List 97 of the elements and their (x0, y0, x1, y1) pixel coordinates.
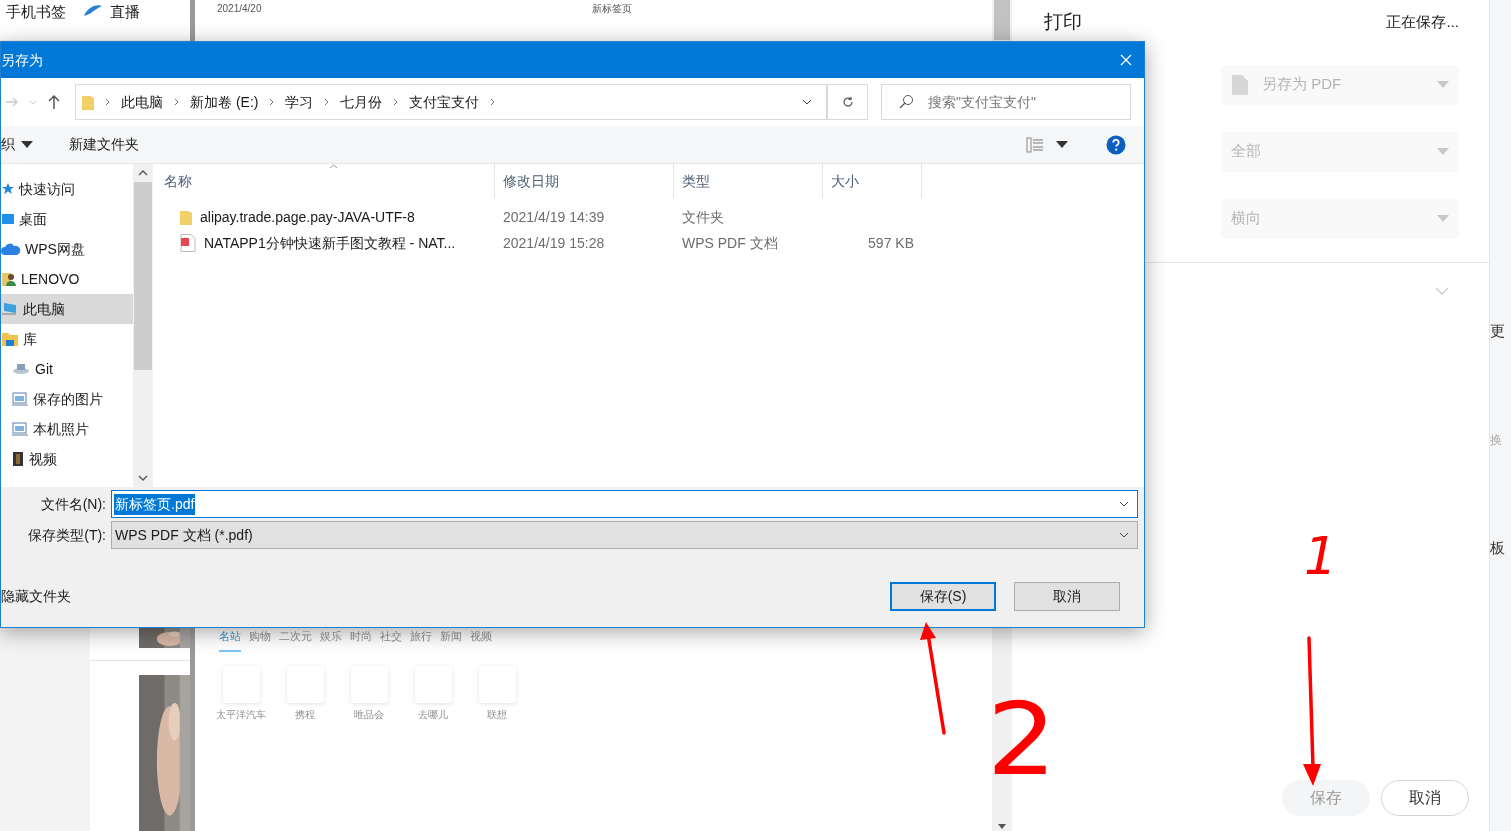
edge-text: 换 (1490, 431, 1503, 449)
file-date: 2021/4/19 15:28 (502, 233, 606, 253)
site-label: 太平洋汽车 (216, 707, 266, 722)
cancel-button[interactable]: 取消 (1381, 780, 1469, 816)
search-icon (898, 94, 914, 110)
nav-item[interactable]: 快速访问 (1, 174, 133, 204)
document-icon (1231, 74, 1248, 95)
refresh-icon (841, 96, 854, 108)
caret-icon (21, 141, 33, 148)
column-header[interactable]: 修改日期 (495, 164, 674, 198)
up-arrow-icon[interactable] (47, 94, 61, 110)
scroll-up-icon[interactable] (138, 170, 148, 176)
site-label: 去哪儿 (418, 707, 448, 722)
refresh-button[interactable] (828, 84, 868, 120)
caret-icon (1056, 141, 1068, 148)
bookmark-link[interactable]: 手机书签 (6, 1, 66, 24)
breadcrumb-item[interactable]: 学习 (285, 91, 314, 113)
breadcrumb-item[interactable]: 支付宝支付 (409, 91, 480, 113)
site-label: 携程 (295, 707, 315, 722)
cancel-button[interactable]: 取消 (1014, 582, 1120, 611)
file-date: 2021/4/19 14:39 (502, 207, 606, 227)
chevron-right-icon (269, 98, 275, 106)
new-folder-button[interactable]: 新建文件夹 (69, 134, 139, 155)
scrollbar-thumb[interactable] (994, 0, 1010, 40)
column-header[interactable]: 大小 (823, 164, 922, 198)
chevron-right-icon (324, 98, 330, 106)
page-header-text: 2021/4/20 (217, 2, 262, 16)
help-icon[interactable] (1106, 134, 1126, 155)
breadcrumb-item[interactable]: 此电脑 (121, 91, 163, 113)
annotation-number: 1 (1304, 530, 1338, 582)
folder-icon (180, 209, 192, 225)
file-name[interactable]: alipay.trade.page.pay-JAVA-UTF-8 (200, 206, 415, 228)
scroll-down-icon[interactable] (138, 475, 148, 481)
search-field[interactable]: 搜索"支付宝支付" (881, 84, 1131, 120)
save-button[interactable]: 保存(S) (890, 582, 996, 611)
breadcrumb-item[interactable]: 新加卷 (E:) (190, 91, 259, 113)
dropdown-caret-icon (1437, 215, 1449, 222)
annotation-number: 2 (986, 690, 1057, 790)
chevron-right-icon (105, 98, 110, 106)
page-header-text: 新标签页 (591, 2, 632, 16)
chevron-right-icon (393, 98, 399, 106)
file-type: 文件夹 (681, 207, 725, 227)
chevron-down-icon (1119, 501, 1129, 507)
scrollbar-thumb[interactable] (134, 181, 152, 370)
chevron-down-icon (801, 99, 812, 105)
pictures-icon (11, 422, 29, 436)
saving-status: 正在保存... (1386, 12, 1459, 32)
nav-item[interactable]: 库 (1, 324, 133, 354)
nav-item[interactable]: WPS网盘 (1, 234, 133, 264)
breadcrumb-item[interactable]: 七月份 (340, 91, 383, 113)
field-label: 文件名(N): (39, 494, 107, 514)
dropdown-caret-icon (1437, 81, 1449, 88)
field-label: 保存类型(T): (27, 525, 107, 545)
print-title: 打印 (1044, 10, 1082, 34)
close-icon[interactable] (1120, 54, 1132, 66)
nav-item[interactable]: LENOVO (1, 264, 133, 294)
site-label: 唯品会 (354, 707, 384, 722)
chevron-down-icon[interactable] (29, 99, 37, 105)
site-label: 联想 (487, 707, 507, 722)
hide-folders-toggle[interactable]: 隐藏文件夹 (1, 586, 71, 607)
nav-item[interactable]: 保存的图片 (1, 384, 133, 414)
edge-text: 更 (1490, 321, 1506, 341)
file-name[interactable]: NATAPP1分钟快速新手图文教程 - NAT... (204, 232, 456, 254)
address-bar[interactable]: 此电脑 新加卷 (E:) 学习 七月份 支付宝支付 (75, 84, 828, 120)
chevron-right-icon (174, 98, 179, 106)
view-details-icon[interactable] (1026, 136, 1044, 153)
dropdown-caret-icon (1437, 148, 1449, 155)
column-header[interactable]: 名称 (156, 164, 495, 198)
pdf-file-icon (180, 234, 196, 252)
folder-icon (82, 94, 94, 110)
film-icon (11, 451, 25, 467)
forward-arrow-icon[interactable] (5, 96, 19, 108)
organize-menu[interactable]: 织 (1, 134, 33, 155)
edge-text: 板 (1490, 537, 1506, 558)
file-type: WPS PDF 文档 (681, 233, 779, 253)
scroll-down-icon[interactable] (998, 824, 1006, 829)
network-drive-icon (11, 362, 31, 376)
nav-item[interactable]: Git (1, 354, 133, 384)
nav-item[interactable]: 本机照片 (1, 414, 133, 444)
search-input[interactable]: 搜索"支付宝支付" (928, 91, 1130, 113)
cloud-icon (1, 242, 21, 256)
nav-item[interactable]: 桌面 (1, 204, 133, 234)
bookmark-link[interactable]: 直播 (82, 1, 140, 24)
pictures-icon (11, 392, 29, 406)
chevron-down-icon[interactable] (1435, 286, 1449, 295)
user-folder-icon (1, 271, 17, 287)
file-name-field[interactable]: 新标签页.pdf (111, 490, 1138, 518)
desktop-icon (1, 212, 15, 226)
computer-icon (1, 302, 19, 316)
nav-item[interactable]: 此电脑 (1, 294, 133, 324)
chevron-right-icon (490, 98, 496, 106)
file-type-select[interactable]: WPS PDF 文档 (*.pdf) (111, 521, 1138, 549)
window-title: 另存为 (1, 50, 43, 70)
column-header[interactable]: 类型 (674, 164, 823, 198)
chevron-down-icon (1119, 532, 1129, 538)
file-size: 597 KB (868, 233, 914, 253)
nav-item[interactable]: 视频 (1, 444, 133, 474)
